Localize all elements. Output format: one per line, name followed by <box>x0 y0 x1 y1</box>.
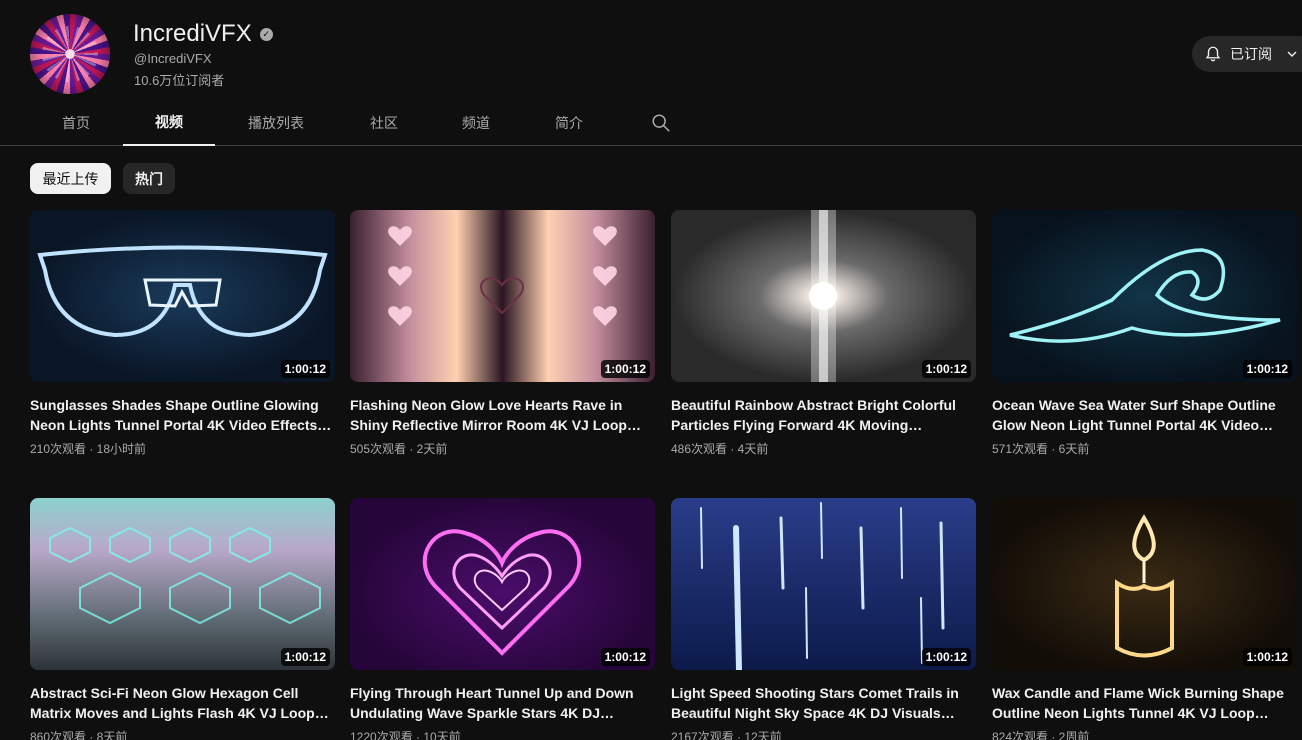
channel-name: IncrediVFX ✓ <box>133 20 273 48</box>
chip-popular[interactable]: 热门 <box>123 163 175 194</box>
video-meta: 1220次观看 · 10天前 <box>350 730 461 740</box>
subscribed-button[interactable]: 已订阅 <box>1192 36 1302 72</box>
mirror-hearts-art <box>388 226 617 326</box>
subscriber-count: 10.6万位订阅者 <box>134 73 225 88</box>
video-meta: 486次观看 · 4天前 <box>671 442 769 456</box>
video-duration: 1:00:12 <box>1242 360 1292 378</box>
video-meta: 210次观看 · 18小时前 <box>30 442 147 456</box>
video-card[interactable]: 1:00:12 Ocean Wave Sea Water Surf Shape … <box>992 210 1297 457</box>
video-duration: 1:00:12 <box>921 648 971 666</box>
video-title[interactable]: Light Speed Shooting Stars Comet Trails … <box>671 683 976 723</box>
video-card[interactable]: 1:00:12 Flying Through Heart Tunnel Up a… <box>350 498 655 740</box>
shooting-stars-art <box>700 502 945 670</box>
video-title[interactable]: Abstract Sci-Fi Neon Glow Hexagon Cell M… <box>30 683 335 723</box>
channel-name-text: IncrediVFX <box>133 20 252 47</box>
video-title[interactable]: Flashing Neon Glow Love Hearts Rave in S… <box>350 395 655 435</box>
video-title[interactable]: Wax Candle and Flame Wick Burning Shape … <box>992 683 1297 723</box>
search-icon[interactable] <box>650 112 672 134</box>
video-meta: 824次观看 · 2周前 <box>992 730 1090 740</box>
hexagon-grid-art <box>49 526 321 625</box>
video-card[interactable]: 1:00:12 Light Speed Shooting Stars Comet… <box>671 498 976 740</box>
bell-icon <box>1205 46 1221 62</box>
video-duration: 1:00:12 <box>280 360 330 378</box>
video-meta: 860次观看 · 8天前 <box>30 730 128 740</box>
video-duration: 1:00:12 <box>600 360 650 378</box>
tab-about[interactable]: 简介 <box>523 100 615 146</box>
video-meta: 2167次观看 · 12天前 <box>671 730 782 740</box>
video-title[interactable]: Ocean Wave Sea Water Surf Shape Outline … <box>992 395 1297 435</box>
particle-burst-art <box>809 210 837 382</box>
video-title[interactable]: Sunglasses Shades Shape Outline Glowing … <box>30 395 335 435</box>
video-thumbnail[interactable]: 1:00:12 <box>992 498 1297 670</box>
verified-check-icon: ✓ <box>259 27 273 41</box>
neon-candle-art <box>1115 514 1174 658</box>
neon-sunglasses-art <box>37 245 328 338</box>
channel-tabs: 首页 视频 播放列表 社区 频道 简介 <box>0 100 1302 146</box>
channel-header: IncrediVFX ✓ @IncrediVFX 10.6万位订阅者 已订阅 <box>0 0 1302 100</box>
video-duration: 1:00:12 <box>280 648 330 666</box>
tab-home[interactable]: 首页 <box>30 100 122 146</box>
chip-latest[interactable]: 最近上传 <box>30 163 111 194</box>
video-thumbnail[interactable]: 1:00:12 <box>671 210 976 382</box>
channel-avatar[interactable] <box>30 14 110 94</box>
video-card[interactable]: 1:00:12 Abstract Sci-Fi Neon Glow Hexago… <box>30 498 335 740</box>
neon-wave-art <box>1009 248 1281 343</box>
video-card[interactable]: 1:00:12 Sunglasses Shades Shape Outline … <box>30 210 335 457</box>
video-thumbnail[interactable]: 1:00:12 <box>350 210 655 382</box>
heart-tunnel-art <box>422 529 582 656</box>
video-thumbnail[interactable]: 1:00:12 <box>30 210 335 382</box>
chevron-down-icon <box>1287 51 1297 57</box>
video-thumbnail[interactable]: 1:00:12 <box>671 498 976 670</box>
channel-handle: @IncrediVFX <box>134 51 212 66</box>
video-thumbnail[interactable]: 1:00:12 <box>30 498 335 670</box>
video-title[interactable]: Flying Through Heart Tunnel Up and Down … <box>350 683 655 723</box>
video-duration: 1:00:12 <box>600 648 650 666</box>
tab-community[interactable]: 社区 <box>338 100 430 146</box>
tab-playlists[interactable]: 播放列表 <box>230 100 322 146</box>
tab-channels[interactable]: 频道 <box>430 100 522 146</box>
video-title[interactable]: Beautiful Rainbow Abstract Bright Colorf… <box>671 395 976 435</box>
video-card[interactable]: 1:00:12 Beautiful Rainbow Abstract Brigh… <box>671 210 976 457</box>
video-card[interactable]: 1:00:12 Wax Candle and Flame Wick Burnin… <box>992 498 1297 740</box>
tab-videos[interactable]: 视频 <box>123 100 215 146</box>
video-card[interactable]: 1:00:12 Flashing Neon Glow Love Hearts R… <box>350 210 655 457</box>
video-meta: 505次观看 · 2天前 <box>350 442 448 456</box>
video-duration: 1:00:12 <box>921 360 971 378</box>
video-thumbnail[interactable]: 1:00:12 <box>350 498 655 670</box>
subscribed-label: 已订阅 <box>1230 46 1272 62</box>
video-duration: 1:00:12 <box>1242 648 1292 666</box>
video-thumbnail[interactable]: 1:00:12 <box>992 210 1297 382</box>
video-meta: 571次观看 · 6天前 <box>992 442 1090 456</box>
